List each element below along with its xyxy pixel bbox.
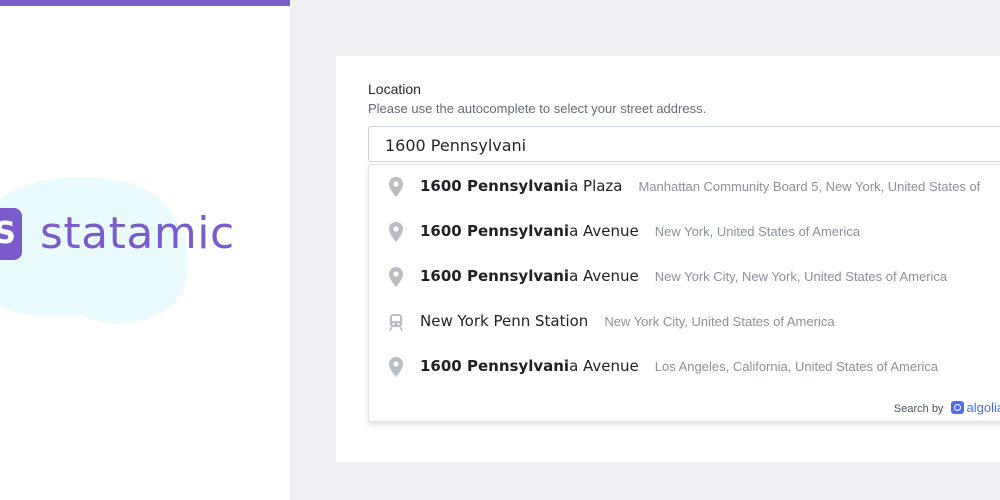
suggestion-item[interactable]: New York Penn Station New York City, Unit… [369,300,1000,345]
suggestion-item[interactable]: 1600 Pennsylvania Plaza Manhattan Communi… [369,165,1000,210]
top-accent-bar [0,0,290,6]
algolia-icon [950,401,964,414]
suggestion-name-rest: a Avenue [569,267,639,285]
suggestion-name-rest: a Plaza [569,177,623,195]
autocomplete-dropdown: 1600 Pennsylvania Plaza Manhattan Communi… [368,164,1000,422]
attribution-prefix: Search by [893,403,944,415]
map-pin-icon [389,357,403,377]
suggestion-name-rest: a Avenue [569,357,639,375]
suggestion-match: 1600 Pennsylvani [420,177,570,195]
suggestion-name: New York Penn Station New York City, Unit… [420,312,835,330]
suggestion-name: 1600 Pennsylvania Avenue New York, United… [420,222,860,240]
location-field-card: Location Please use the autocomplete to … [336,56,1000,462]
suggestion-item[interactable]: 1600 Pennsylvania Avenue New York, United… [369,210,1000,255]
suggestion-address: Manhattan Community Board 5, New York, U… [638,179,981,194]
location-help-text: Please use the autocomplete to select yo… [368,101,707,116]
suggestion-name-rest: a Avenue [569,222,639,240]
map-pin-icon [389,222,403,242]
suggestion-name-rest: New York Penn Station [420,312,589,330]
suggestion-name: 1600 Pennsylvania Plaza Manhattan Communi… [420,177,980,195]
suggestion-match: 1600 Pennsylvani [420,222,570,240]
algolia-name: algolia [966,400,1000,415]
map-pin-icon [389,177,403,197]
suggestion-name: 1600 Pennsylvania Avenue Los Angeles, Cal… [420,357,938,375]
statamic-logo-icon: S [0,208,22,260]
statamic-wordmark: statamic [40,208,235,259]
suggestion-item[interactable]: 1600 Pennsylvania Avenue New York City, N… [369,255,1000,300]
suggestion-address: New York, United States of America [654,224,860,239]
location-input-value[interactable]: 1600 Pennsylvani [385,136,526,155]
suggestion-match: 1600 Pennsylvani [420,357,570,375]
suggestion-item[interactable]: 1600 Pennsylvania Avenue Los Angeles, Cal… [369,345,1000,390]
map-pin-icon [389,267,403,287]
train-icon [389,312,403,332]
suggestion-name: 1600 Pennsylvania Avenue New York City, N… [420,267,947,285]
suggestion-address: New York City, New York, United States o… [654,269,948,284]
suggestion-match: 1600 Pennsylvani [420,267,570,285]
location-input[interactable]: 1600 Pennsylvani [368,126,1000,162]
location-label: Location [368,81,421,97]
form-panel: Location Please use the autocomplete to … [290,0,1000,500]
brand-panel: S statamic [0,0,290,500]
search-attribution[interactable]: Search by algolia using data [894,400,1000,415]
suggestion-address: New York City, United States of America [604,314,835,329]
suggestion-address: Los Angeles, California, United States o… [654,359,939,374]
